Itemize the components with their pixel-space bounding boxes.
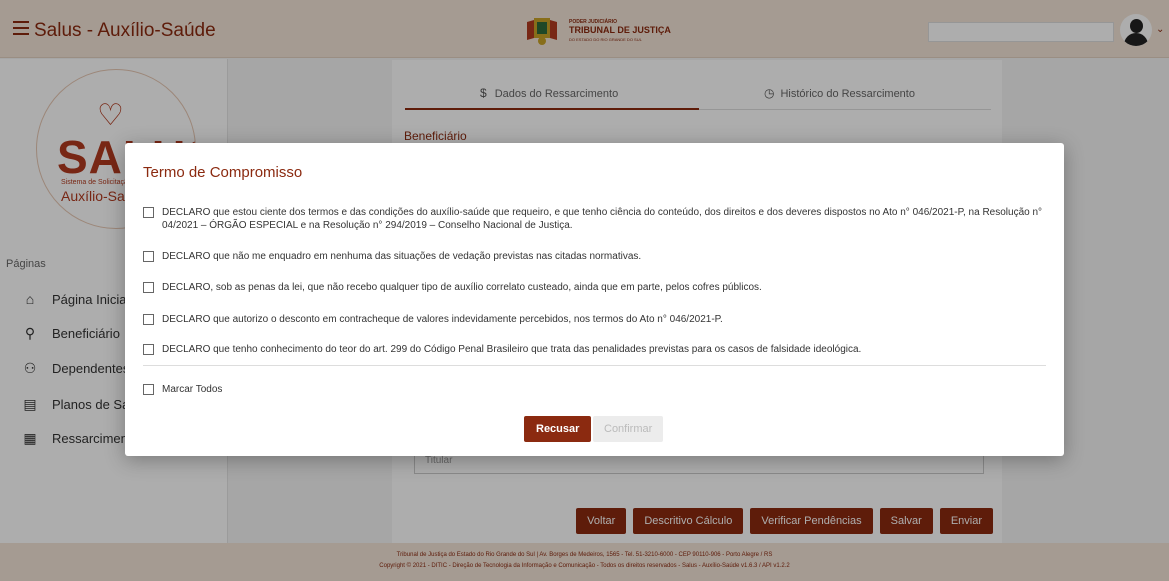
- declaration-item: DECLARO que não me enquadro em nenhuma d…: [143, 250, 1048, 263]
- divider: [143, 365, 1046, 366]
- declaration-checkbox[interactable]: [143, 282, 154, 293]
- declaration-checkbox[interactable]: [143, 314, 154, 325]
- confirmar-button[interactable]: Confirmar: [593, 416, 664, 442]
- terms-modal: Termo de Compromisso DECLARO que estou c…: [125, 143, 1064, 456]
- select-all-label: Marcar Todos: [162, 384, 223, 395]
- declaration-item: DECLARO que autorizo o desconto em contr…: [143, 313, 1048, 326]
- declaration-text: DECLARO, sob as penas da lei, que não re…: [162, 282, 762, 293]
- declaration-checkbox[interactable]: [143, 251, 154, 262]
- modal-title: Termo de Compromisso: [143, 164, 303, 181]
- declaration-text: DECLARO que estou ciente dos termos e da…: [162, 207, 1043, 231]
- declaration-item: DECLARO que estou ciente dos termos e da…: [143, 206, 1048, 232]
- declaration-checkbox[interactable]: [143, 344, 154, 355]
- declaration-text: DECLARO que tenho conhecimento do teor d…: [162, 344, 862, 355]
- select-all-checkbox[interactable]: [143, 384, 154, 395]
- declaration-item: DECLARO, sob as penas da lei, que não re…: [143, 281, 1048, 294]
- declaration-text: DECLARO que autorizo o desconto em contr…: [162, 314, 723, 325]
- declaration-item: DECLARO que tenho conhecimento do teor d…: [143, 343, 1048, 356]
- declaration-checkbox[interactable]: [143, 207, 154, 218]
- declaration-text: DECLARO que não me enquadro em nenhuma d…: [162, 251, 642, 262]
- select-all-item: Marcar Todos: [143, 383, 1048, 396]
- recusar-button[interactable]: Recusar: [524, 416, 592, 442]
